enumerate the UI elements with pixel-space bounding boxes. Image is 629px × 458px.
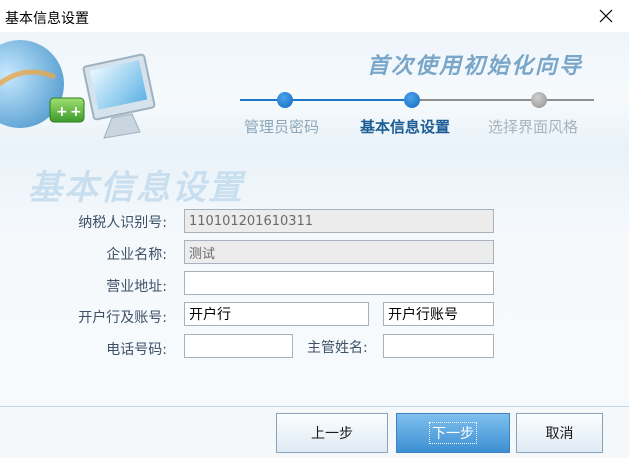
section-watermark-title: 基本信息设置 <box>28 168 244 208</box>
manager-name-label: 主管姓名: <box>307 340 368 356</box>
company-name-label: 企业名称: <box>106 247 167 263</box>
step-label-admin-password: 管理员密码 <box>244 118 320 136</box>
next-button-label: 下一步 <box>429 422 477 444</box>
svg-text:+: + <box>70 104 82 120</box>
phone-field[interactable] <box>184 334 293 358</box>
address-label: 营业地址: <box>106 279 167 295</box>
window-title: 基本信息设置 <box>5 11 89 27</box>
phone-label: 电话号码: <box>106 342 167 358</box>
svg-text:+: + <box>56 104 68 120</box>
bank-account-label: 开户行及账号: <box>78 310 167 326</box>
cancel-button[interactable]: 取消 <box>516 413 603 453</box>
address-field[interactable] <box>184 271 494 295</box>
close-button[interactable] <box>583 0 629 32</box>
step-dot-1 <box>277 92 293 108</box>
next-button[interactable]: 下一步 <box>396 413 510 453</box>
computer-monitor-icon: + + <box>0 40 156 139</box>
bank-name-field[interactable]: 开户行 <box>184 302 369 326</box>
progress-line-completed <box>240 99 412 101</box>
company-name-field[interactable]: 测试 <box>184 240 494 264</box>
taxpayer-id-field[interactable]: 110101201610311 <box>184 209 494 233</box>
close-icon <box>599 9 613 23</box>
step-dot-3 <box>531 92 547 108</box>
form-panel: 基本信息设置 纳税人识别号: 110101201610311 企业名称: 测试 … <box>0 144 629 406</box>
wizard-title: 首次使用初始化向导 <box>366 53 583 79</box>
progress-line-remaining <box>412 99 594 101</box>
step-dot-2 <box>404 92 420 108</box>
taxpayer-id-label: 纳税人识别号: <box>78 215 167 231</box>
wizard-banner: + + 首次使用初始化向导 管理员密码 基本信息设置 选择界面风格 <box>0 32 629 144</box>
previous-button[interactable]: 上一步 <box>276 413 388 453</box>
previous-button-label: 上一步 <box>311 426 353 442</box>
title-bar: 基本信息设置 <box>0 0 629 32</box>
step-label-choose-style: 选择界面风格 <box>488 118 579 136</box>
manager-name-field[interactable] <box>383 334 494 358</box>
step-label-basic-info: 基本信息设置 <box>360 118 451 136</box>
cancel-button-label: 取消 <box>545 426 574 442</box>
bank-account-number-field[interactable]: 开户行账号 <box>383 302 494 326</box>
button-bar: 上一步 下一步 取消 <box>0 406 629 458</box>
wizard-steps: 管理员密码 基本信息设置 选择界面风格 <box>240 92 594 142</box>
